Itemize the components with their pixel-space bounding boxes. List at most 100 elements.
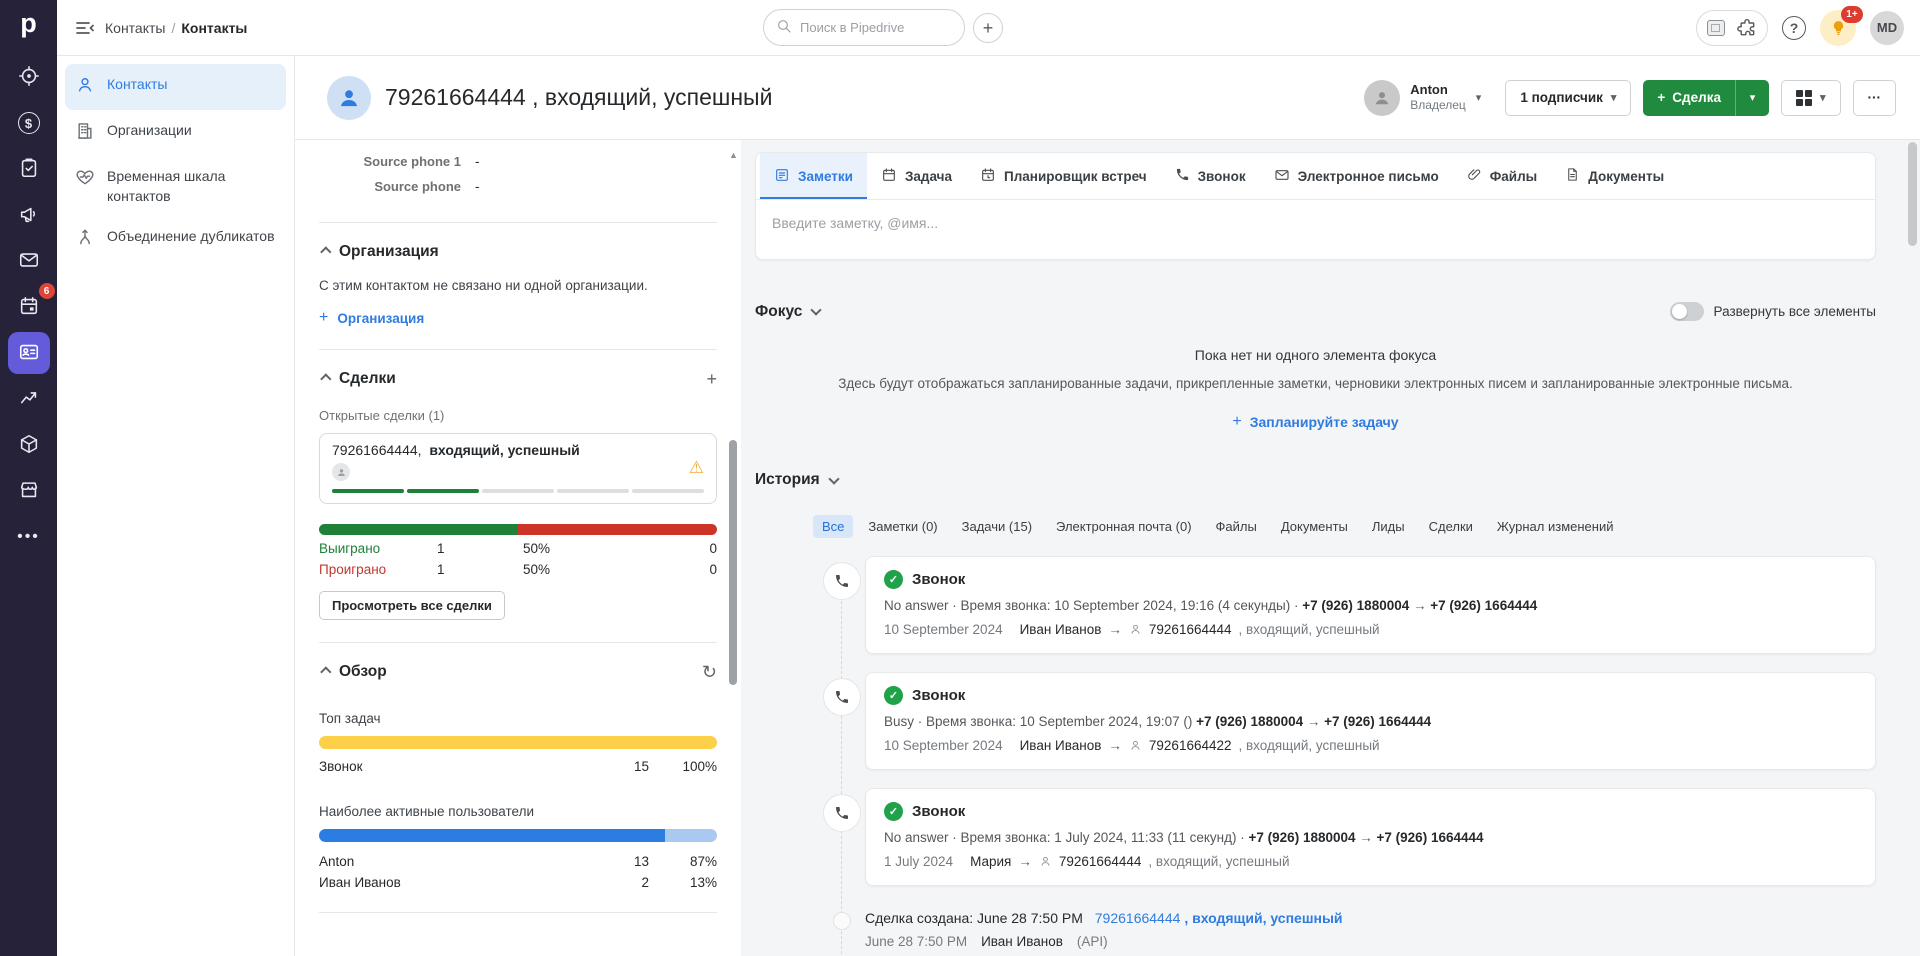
add-deal-button[interactable]: +Сделка ▾ <box>1643 80 1769 116</box>
tab-email[interactable]: Электронное письмо <box>1260 153 1453 199</box>
note-input[interactable] <box>756 200 1875 259</box>
scrollbar-thumb[interactable] <box>1908 142 1917 246</box>
lost-bar-segment <box>518 524 717 535</box>
calendar-badge: 6 <box>39 283 55 299</box>
deal-split-caret[interactable]: ▾ <box>1735 80 1769 116</box>
chip-all[interactable]: Все <box>813 515 853 538</box>
envelope-icon <box>1274 167 1290 186</box>
sidebar-item-contacts-timeline[interactable]: Временная шкала контактов <box>65 156 286 216</box>
tab-notes[interactable]: Заметки <box>760 153 867 199</box>
rail-item-activities[interactable] <box>8 148 50 190</box>
rail-item-insights[interactable] <box>8 378 50 420</box>
followers-button[interactable]: 1 подписчик ▾ <box>1505 80 1631 116</box>
sidebar-item-contacts[interactable]: Контакты <box>65 64 286 110</box>
tab-meeting-scheduler[interactable]: Планировщик встреч <box>966 153 1161 199</box>
deal-title: 79261664444, входящий, успешный <box>332 442 704 458</box>
rail-item-leads[interactable] <box>8 56 50 98</box>
call-contact-link[interactable]: 79261664444 <box>1059 854 1142 869</box>
tab-files[interactable]: Файлы <box>1453 153 1551 199</box>
add-deal-icon[interactable]: + <box>706 370 717 388</box>
collapse-sidebar-icon[interactable] <box>75 19 95 37</box>
call-meta-text: No answer · Время звонка: 10 September 2… <box>884 598 1299 613</box>
arrow-right-icon: → <box>1108 738 1122 753</box>
schedule-task-link[interactable]: + Запланируйте задачу <box>755 413 1876 431</box>
arrow-right-icon: → <box>1108 622 1122 637</box>
sidebar-item-label: Контакты <box>107 74 167 94</box>
deal-created-link-suffix[interactable]: , входящий, успешный <box>1184 910 1342 926</box>
collapse-chevron-icon[interactable] <box>320 246 331 257</box>
user-bar-segment-light <box>665 829 717 842</box>
call-card[interactable]: ✓ Звонок No answer · Время звонка: 1 Jul… <box>865 788 1876 886</box>
sidebar-item-merge-duplicates[interactable]: Объединение дубликатов <box>65 216 286 262</box>
app: p $ 6 ••• <box>0 0 1920 956</box>
organization-section: Организация С этим контактом не связано … <box>319 223 717 350</box>
rail-item-calendar[interactable]: 6 <box>8 286 50 328</box>
focus-title[interactable]: Фокус <box>755 303 820 321</box>
quick-add-button[interactable]: + <box>973 13 1003 43</box>
timeline-row: ✓ Звонок Busy · Время звонка: 10 Septemb… <box>755 672 1876 770</box>
breadcrumb-section[interactable]: Контакты <box>105 20 165 36</box>
help-icon[interactable]: ? <box>1782 16 1806 40</box>
more-actions-button[interactable]: ··· <box>1853 80 1897 116</box>
chip-email[interactable]: Электронная почта (0) <box>1047 515 1201 538</box>
tab-documents[interactable]: Документы <box>1551 153 1678 199</box>
search-input[interactable] <box>800 20 940 35</box>
chip-leads[interactable]: Лиды <box>1363 515 1414 538</box>
add-organization-link[interactable]: + Организация <box>319 309 717 327</box>
view-all-deals-button[interactable]: Просмотреть все сделки <box>319 591 505 620</box>
tab-task[interactable]: Задача <box>867 153 966 199</box>
chip-deals[interactable]: Сделки <box>1420 515 1482 538</box>
chip-documents[interactable]: Документы <box>1272 515 1357 538</box>
rail-item-campaigns[interactable] <box>8 194 50 236</box>
rail-item-marketplace[interactable] <box>8 470 50 512</box>
compose-card: Заметки Задача Планировщик встреч <box>755 152 1876 260</box>
tab-call[interactable]: Звонок <box>1161 153 1260 199</box>
collapse-chevron-icon[interactable] <box>320 666 331 677</box>
history-title[interactable]: История <box>755 471 1876 489</box>
owner-block[interactable]: Anton Владелец ▾ <box>1364 80 1481 116</box>
rail-item-contacts[interactable] <box>8 332 50 374</box>
lost-stat-row: Проиграно 1 50% 0 <box>319 562 717 577</box>
global-search[interactable] <box>763 9 965 46</box>
content-row: Контакты Организации Временная шкала кон… <box>57 56 1920 956</box>
deal-button-label: Сделка <box>1672 90 1721 105</box>
refresh-icon[interactable]: ↻ <box>702 663 717 681</box>
scrollbar-thumb[interactable] <box>729 440 737 685</box>
collapse-chevron-icon[interactable] <box>320 373 331 384</box>
rail-item-more[interactable]: ••• <box>8 516 50 558</box>
rail-item-deals[interactable]: $ <box>8 102 50 144</box>
activity-scrollbar[interactable] <box>1908 140 1918 956</box>
call-card[interactable]: ✓ Звонок No answer · Время звонка: 10 Se… <box>865 556 1876 654</box>
field-value[interactable]: - <box>475 154 480 169</box>
call-title: Звонок <box>912 803 965 820</box>
scroll-up-arrow-icon[interactable]: ▲ <box>729 150 738 160</box>
chip-notes[interactable]: Заметки (0) <box>859 515 946 538</box>
warning-icon[interactable]: ⚠ <box>689 458 704 478</box>
chip-files[interactable]: Файлы <box>1207 515 1266 538</box>
view-switcher-button[interactable]: ▾ <box>1781 80 1841 116</box>
call-card[interactable]: ✓ Звонок Busy · Время звонка: 10 Septemb… <box>865 672 1876 770</box>
call-contact-link[interactable]: 79261664422 <box>1149 738 1232 753</box>
user-avatar[interactable]: MD <box>1870 11 1904 45</box>
panel-view-icon[interactable] <box>1707 20 1725 36</box>
expand-all-toggle[interactable] <box>1670 302 1704 321</box>
contact-avatar[interactable] <box>327 76 371 120</box>
call-contact-link[interactable]: 79261664444 <box>1149 622 1232 637</box>
user-row: Иван Иванов 2 13% <box>319 875 717 890</box>
chip-changelog[interactable]: Журнал изменений <box>1488 515 1623 538</box>
deal-card[interactable]: 79261664444, входящий, успешный ⚠ <box>319 433 717 504</box>
details-scrollbar[interactable]: ▲ <box>727 140 740 956</box>
puzzle-apps-icon[interactable] <box>1737 18 1757 38</box>
rail-item-mail[interactable] <box>8 240 50 282</box>
timeline-node <box>755 556 865 654</box>
deal-created-link[interactable]: 79261664444 <box>1095 910 1181 926</box>
pipedrive-logo[interactable]: p <box>20 6 37 40</box>
focus-empty-description: Здесь будут отображаться запланированные… <box>755 376 1876 391</box>
grid-view-icon <box>1796 90 1812 106</box>
suggestions-bulb-icon[interactable]: 1+ <box>1820 10 1856 46</box>
field-value[interactable]: - <box>475 179 480 194</box>
rail-item-products[interactable] <box>8 424 50 466</box>
sidebar-item-organizations[interactable]: Организации <box>65 110 286 156</box>
won-lost-bar <box>319 524 717 535</box>
chip-tasks[interactable]: Задачи (15) <box>953 515 1041 538</box>
